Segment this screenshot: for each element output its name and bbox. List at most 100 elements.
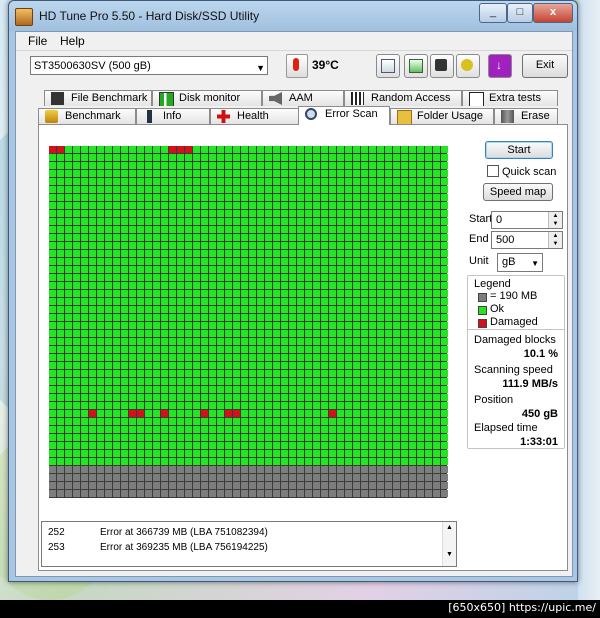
scan-block [401,234,408,241]
menu-file[interactable]: File [28,34,47,48]
scan-block [65,386,72,393]
scan-block [249,226,256,233]
title-bar[interactable]: HD Tune Pro 5.50 - Hard Disk/SSD Utility… [9,1,577,31]
scan-block [337,338,344,345]
exit-button[interactable]: Exit [522,54,568,78]
scan-block [161,274,168,281]
scan-block [209,330,216,337]
scan-block [89,458,96,465]
error-log[interactable]: 252 Error at 366739 MB (LBA 751082394) 25… [41,521,457,567]
tab-extra-tests[interactable]: Extra tests [462,90,558,106]
minimize-button[interactable]: _ [479,3,507,23]
scan-block [441,154,448,161]
scan-block [441,450,448,457]
scan-block [377,162,384,169]
scan-block [217,178,224,185]
scan-block [377,242,384,249]
start-spinner-icon[interactable]: ▲ ▼ [548,212,562,228]
scan-block [297,250,304,257]
tab-file-benchmark[interactable]: File Benchmark [44,90,152,106]
copy-all-button[interactable] [404,54,428,78]
scan-block [297,162,304,169]
scan-block [361,346,368,353]
scan-block [49,186,56,193]
unit-select[interactable]: gB ▼ [497,253,543,272]
tab-random-access[interactable]: Random Access [344,90,462,106]
scan-block [137,474,144,481]
scan-block [81,346,88,353]
scan-block [337,482,344,489]
tab-aam[interactable]: AAM [262,90,344,106]
scan-block [361,458,368,465]
scan-block [385,354,392,361]
scan-block [161,226,168,233]
scan-block [185,450,192,457]
scan-block [129,346,136,353]
quick-scan-option[interactable]: Quick scan [487,165,556,178]
scan-block [273,266,280,273]
tab-benchmark[interactable]: Benchmark [38,108,136,124]
tab-disk-monitor[interactable]: Disk monitor [152,90,262,106]
tab-health[interactable]: Health [210,108,300,124]
close-button[interactable]: x [533,3,573,23]
scan-block [345,378,352,385]
menu-help[interactable]: Help [60,34,85,48]
scan-block [361,426,368,433]
scan-block [321,394,328,401]
tab-erase[interactable]: Erase [494,108,558,124]
quick-scan-checkbox[interactable] [487,165,499,177]
scan-block [337,290,344,297]
scan-block [385,282,392,289]
scan-block [97,474,104,481]
end-spinner-icon[interactable]: ▲ ▼ [548,232,562,248]
scan-block [73,146,80,153]
scan-block [217,386,224,393]
maximize-button[interactable]: □ [507,3,533,23]
scan-block [289,202,296,209]
scan-block [129,450,136,457]
scan-block [441,266,448,273]
scan-block [113,362,120,369]
scan-block [49,410,56,417]
scan-block [273,258,280,265]
scan-block [233,298,240,305]
scan-block [425,194,432,201]
options-button[interactable] [456,54,480,78]
scan-block [121,394,128,401]
scan-block [385,482,392,489]
copy-text-button[interactable] [376,54,400,78]
scan-block [321,362,328,369]
scan-block [177,154,184,161]
start-button[interactable]: Start [485,141,553,159]
scan-block [393,482,400,489]
tab-folder-usage[interactable]: Folder Usage [390,108,494,124]
scan-block [241,234,248,241]
scan-block [265,194,272,201]
end-input[interactable]: 500 ▲ ▼ [491,231,563,249]
scan-block [209,154,216,161]
log-scrollbar[interactable]: ▲ ▼ [442,522,456,566]
scan-block [313,442,320,449]
speed-map-button[interactable]: Speed map [483,183,553,201]
scan-block [153,450,160,457]
save-button[interactable]: ↓ [488,54,512,78]
tab-error-scan[interactable]: Error Scan [298,106,390,125]
scan-block [137,250,144,257]
scan-block [433,458,440,465]
scan-block [241,426,248,433]
scan-block [153,146,160,153]
scan-block [297,178,304,185]
scan-block [97,354,104,361]
scan-block [257,338,264,345]
scan-block [353,434,360,441]
scan-block [281,490,288,497]
screenshot-button[interactable] [430,54,454,78]
scan-block [305,226,312,233]
client-area: File Help ST3500630SV (500 gB) ▼ 39°C ↓ … [15,31,573,577]
start-input[interactable]: 0 ▲ ▼ [491,211,563,229]
drive-select[interactable]: ST3500630SV (500 gB) ▼ [30,56,268,75]
scan-block [249,202,256,209]
scan-block [225,290,232,297]
tab-info[interactable]: Info [136,108,210,124]
scan-block [241,218,248,225]
